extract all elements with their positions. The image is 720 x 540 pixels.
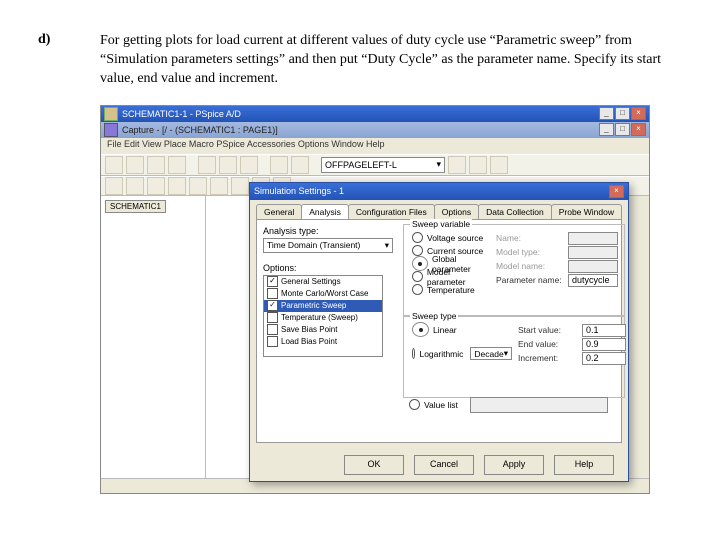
sweep-variable-group: Sweep variable Voltage source Current so… bbox=[403, 224, 625, 316]
name-input bbox=[568, 232, 618, 245]
tool-icon[interactable] bbox=[105, 156, 123, 174]
screenshot: SCHEMATIC1-1 - PSpice A/D _ □ × Capture … bbox=[100, 105, 650, 494]
item-label: d) bbox=[38, 32, 100, 89]
close-icon[interactable]: × bbox=[609, 185, 624, 198]
capture-titlebar: Capture - [/ - (SCHEMATIC1 : PAGE1)] _ □… bbox=[101, 122, 649, 138]
maximize-button[interactable]: □ bbox=[615, 107, 630, 120]
tool-icon[interactable] bbox=[147, 156, 165, 174]
close-button[interactable]: × bbox=[631, 123, 646, 136]
tool-icon[interactable] bbox=[105, 177, 123, 195]
model-type-input bbox=[568, 246, 618, 259]
tab-general[interactable]: General bbox=[256, 204, 302, 219]
close-button[interactable]: × bbox=[631, 107, 646, 120]
tool-icon[interactable] bbox=[240, 156, 258, 174]
checkbox-icon[interactable] bbox=[267, 324, 278, 335]
help-button[interactable]: Help bbox=[554, 455, 614, 475]
log-select[interactable]: Decade▾ bbox=[470, 347, 512, 360]
part-combo[interactable]: OFFPAGELEFT-L▾ bbox=[321, 157, 445, 173]
start-value-input[interactable]: 0.1 bbox=[582, 324, 626, 337]
options-list[interactable]: ✓General Settings Monte Carlo/Worst Case… bbox=[263, 275, 383, 357]
instruction-text: For getting plots for load current at di… bbox=[100, 32, 680, 89]
tab-options[interactable]: Options bbox=[434, 204, 479, 219]
minimize-button[interactable]: _ bbox=[599, 123, 614, 136]
simulation-settings-dialog: Simulation Settings - 1 × General Analys… bbox=[249, 182, 629, 482]
checkbox-icon[interactable] bbox=[267, 336, 278, 347]
ok-button[interactable]: OK bbox=[344, 455, 404, 475]
increment-input[interactable]: 0.2 bbox=[582, 352, 626, 365]
list-item[interactable]: Monte Carlo/Worst Case bbox=[264, 288, 382, 300]
list-item[interactable]: Load Bias Point bbox=[264, 336, 382, 348]
tool-icon[interactable] bbox=[126, 177, 144, 195]
checkbox-icon[interactable] bbox=[267, 312, 278, 323]
capture-title: Capture - [/ - (SCHEMATIC1 : PAGE1)] bbox=[122, 125, 278, 135]
menubar[interactable]: File Edit View Place Macro PSpice Access… bbox=[101, 138, 649, 154]
list-item[interactable]: ✓Parametric Sweep bbox=[264, 300, 382, 312]
tool-icon[interactable] bbox=[168, 177, 186, 195]
tool-icon[interactable] bbox=[210, 177, 228, 195]
tab-analysis[interactable]: Analysis bbox=[301, 204, 349, 219]
dialog-title: Simulation Settings - 1 bbox=[254, 186, 344, 196]
pspice-titlebar: SCHEMATIC1-1 - PSpice A/D _ □ × bbox=[101, 106, 649, 122]
tool-icon[interactable] bbox=[291, 156, 309, 174]
tool-icon[interactable] bbox=[469, 156, 487, 174]
tool-icon[interactable] bbox=[168, 156, 186, 174]
tab-data[interactable]: Data Collection bbox=[478, 204, 552, 219]
options-label: Options: bbox=[263, 263, 393, 273]
pspice-title: SCHEMATIC1-1 - PSpice A/D bbox=[122, 109, 241, 119]
radio-voltage[interactable]: Voltage source bbox=[412, 232, 490, 244]
list-item[interactable]: Save Bias Point bbox=[264, 324, 382, 336]
analysis-type-select[interactable]: Time Domain (Transient)▾ bbox=[263, 238, 393, 253]
checkbox-icon[interactable]: ✓ bbox=[267, 276, 278, 287]
maximize-button[interactable]: □ bbox=[615, 123, 630, 136]
model-name-input bbox=[568, 260, 618, 273]
tool-icon[interactable] bbox=[231, 177, 249, 195]
checkbox-icon[interactable]: ✓ bbox=[267, 300, 278, 311]
app-icon bbox=[104, 107, 118, 121]
tool-icon[interactable] bbox=[147, 177, 165, 195]
list-item[interactable]: ✓General Settings bbox=[264, 276, 382, 288]
minimize-button[interactable]: _ bbox=[599, 107, 614, 120]
valuelist-input bbox=[470, 397, 608, 413]
tab-config[interactable]: Configuration Files bbox=[348, 204, 435, 219]
tool-icon[interactable] bbox=[270, 156, 288, 174]
tab-strip: General Analysis Configuration Files Opt… bbox=[256, 204, 628, 219]
toolbar: OFFPAGELEFT-L▾ bbox=[101, 154, 649, 176]
group-label: Sweep variable bbox=[410, 219, 472, 229]
tool-icon[interactable] bbox=[448, 156, 466, 174]
radio-valuelist[interactable]: Value list bbox=[409, 399, 608, 411]
tool-icon[interactable] bbox=[490, 156, 508, 174]
apply-button[interactable]: Apply bbox=[484, 455, 544, 475]
end-value-input[interactable]: 0.9 bbox=[582, 338, 626, 351]
radio-model[interactable]: Model parameter bbox=[412, 271, 490, 283]
cancel-button[interactable]: Cancel bbox=[414, 455, 474, 475]
tab-probe[interactable]: Probe Window bbox=[551, 204, 622, 219]
analysis-type-label: Analysis type: bbox=[263, 226, 393, 236]
list-item[interactable]: Temperature (Sweep) bbox=[264, 312, 382, 324]
tool-icon[interactable] bbox=[198, 156, 216, 174]
radio-linear[interactable]: Linear bbox=[412, 324, 512, 336]
tree-item[interactable]: SCHEMATIC1 bbox=[105, 200, 166, 213]
radio-log[interactable]: Logarithmic Decade▾ bbox=[412, 348, 512, 360]
dialog-titlebar: Simulation Settings - 1 × bbox=[250, 183, 628, 200]
checkbox-icon[interactable] bbox=[267, 288, 278, 299]
parameter-name-input[interactable]: dutycycle bbox=[568, 274, 618, 287]
tool-icon[interactable] bbox=[126, 156, 144, 174]
tool-icon[interactable] bbox=[219, 156, 237, 174]
project-tree[interactable]: SCHEMATIC1 bbox=[101, 196, 206, 478]
group-label: Sweep type bbox=[410, 311, 458, 321]
sweep-type-group: Sweep type Linear Logarithmic Decade▾ St… bbox=[403, 316, 625, 398]
capture-icon bbox=[104, 123, 118, 137]
tool-icon[interactable] bbox=[189, 177, 207, 195]
